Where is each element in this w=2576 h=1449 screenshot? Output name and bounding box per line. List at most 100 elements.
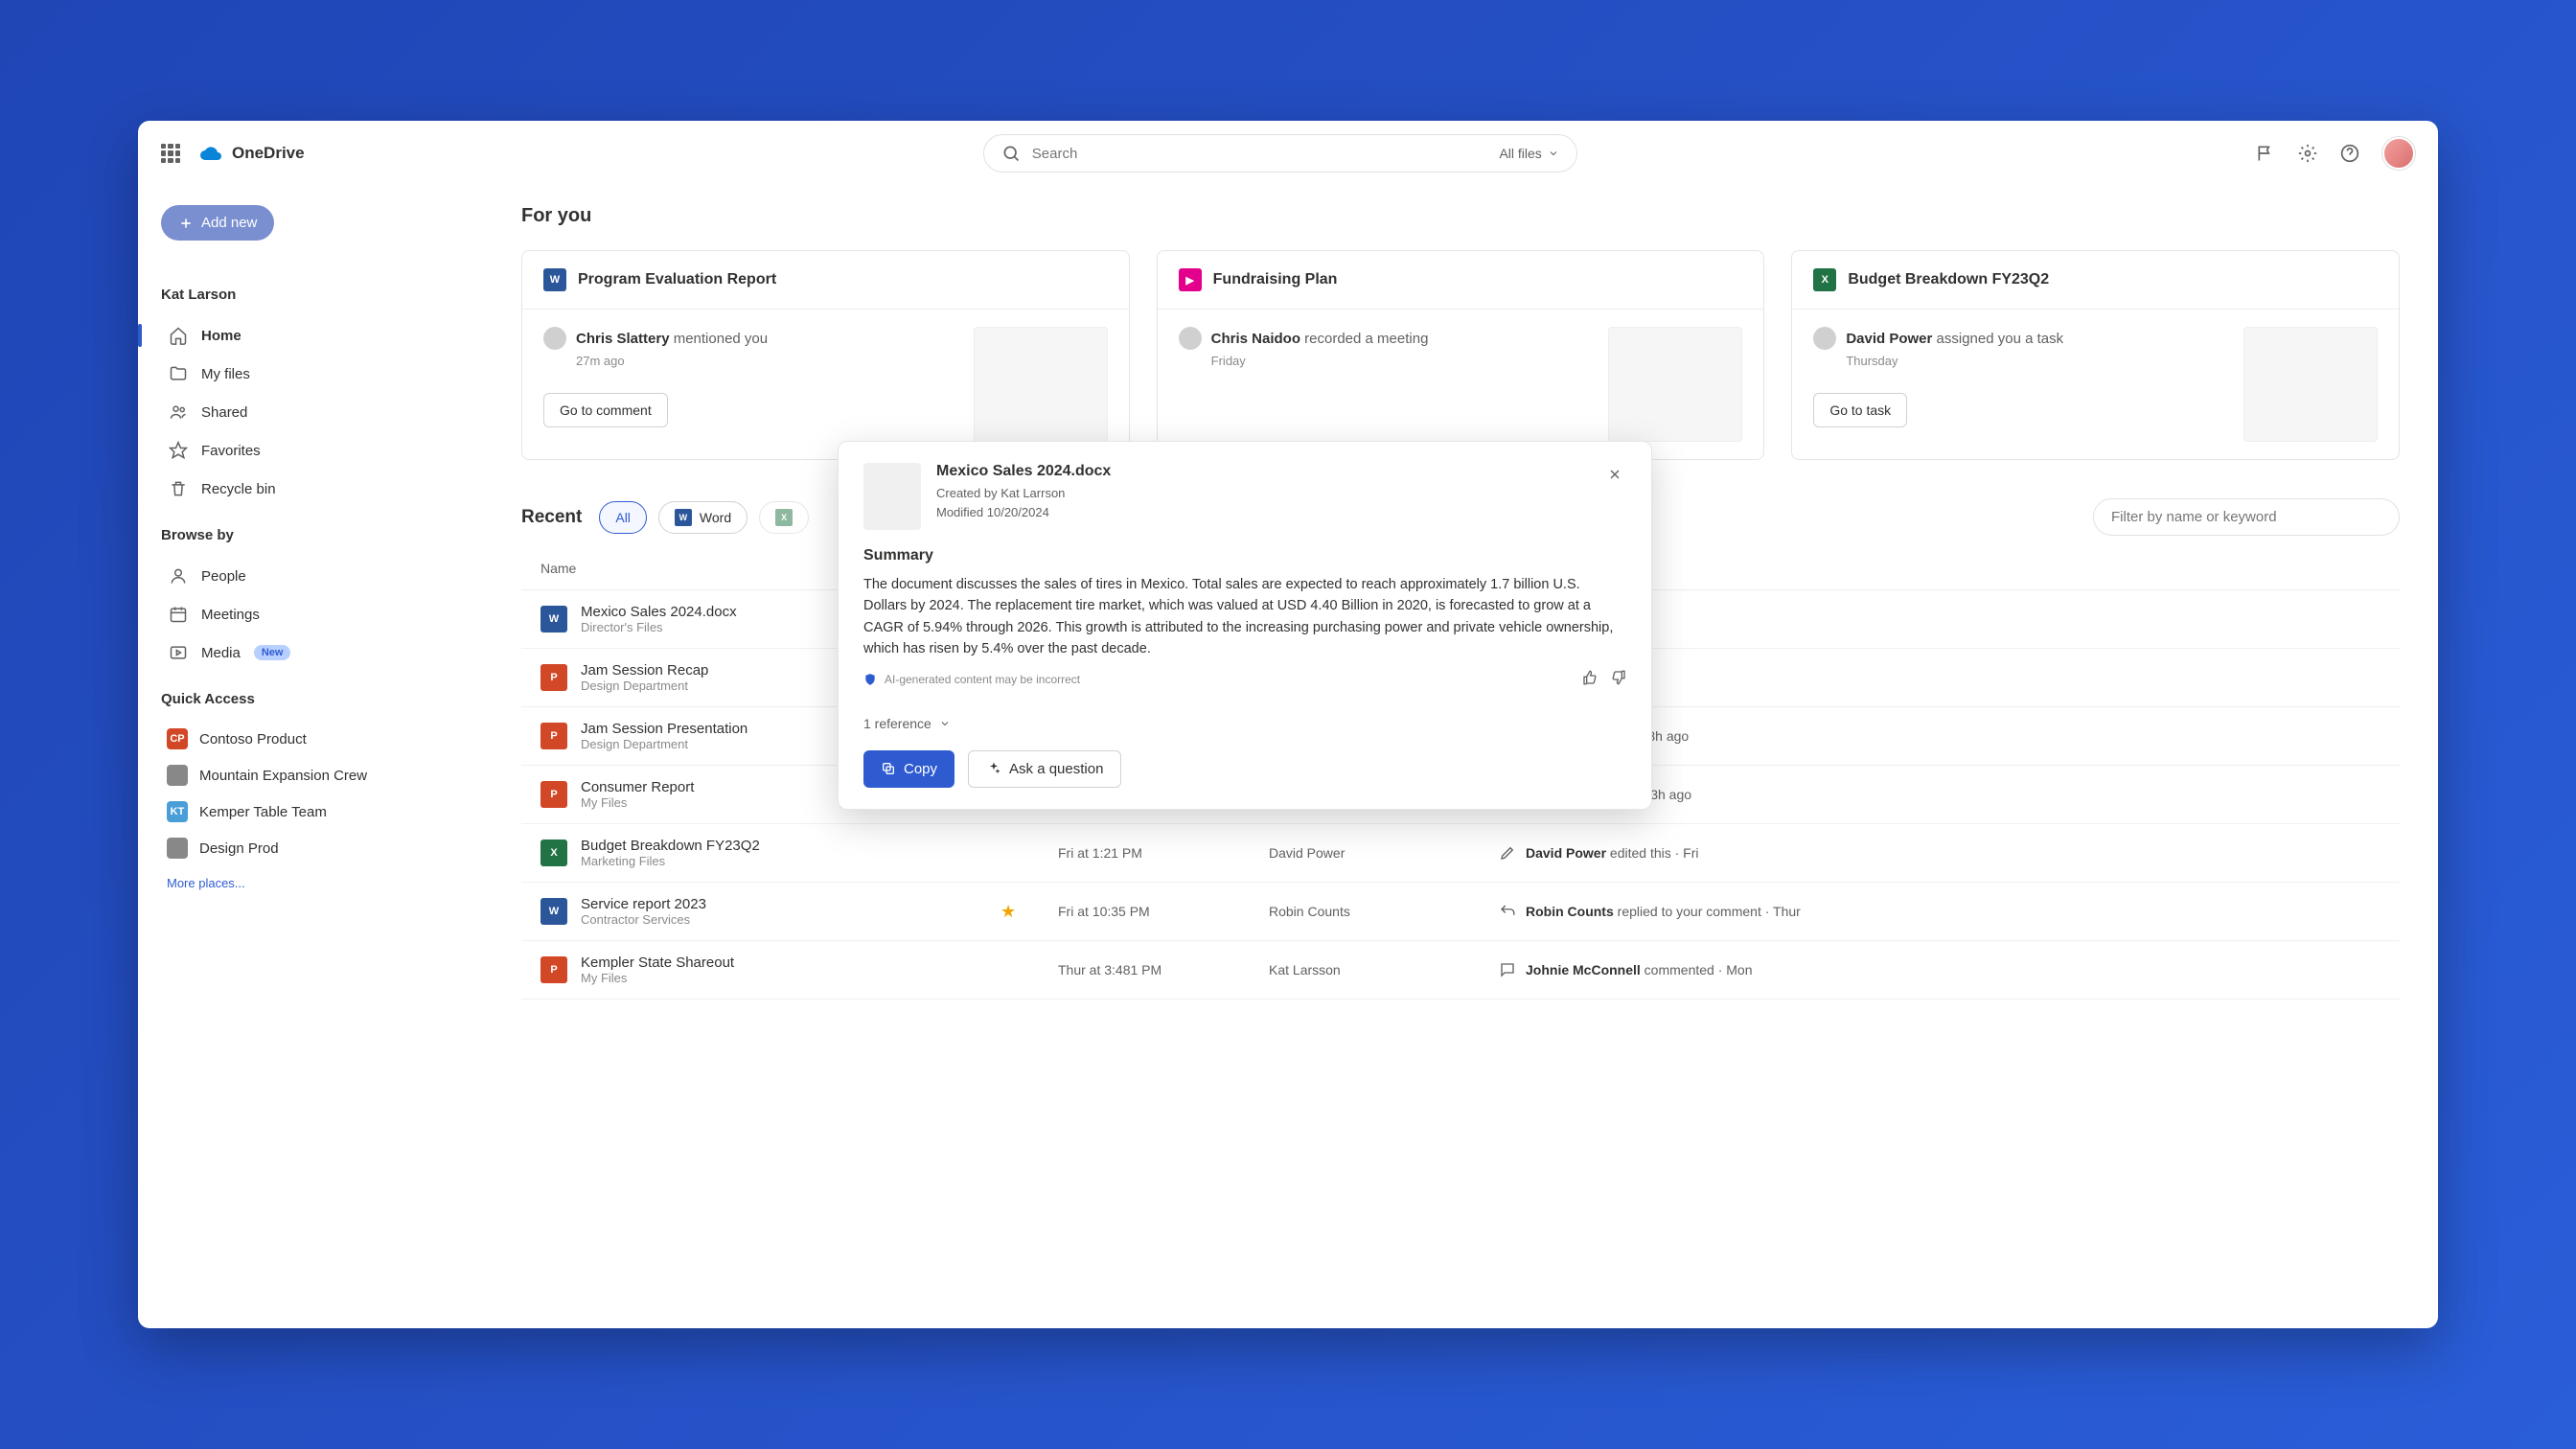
pill-label: Word — [700, 510, 731, 525]
onedrive-cloud-icon — [199, 142, 222, 165]
filter-pill-all[interactable]: All — [599, 501, 647, 534]
copy-icon — [881, 761, 896, 776]
for-you-cards: WProgram Evaluation Report Chris Slatter… — [521, 250, 2400, 460]
shield-icon — [863, 673, 877, 686]
filter-pill-excel[interactable]: X — [759, 501, 809, 534]
table-row[interactable]: WService report 2023Contractor Services … — [521, 883, 2400, 941]
file-name: Jam Session Recap — [581, 662, 708, 678]
references-toggle[interactable]: 1 reference — [863, 702, 1626, 731]
flag-icon[interactable] — [2256, 144, 2275, 163]
card-activity: Chris Slattery mentioned you — [576, 331, 768, 347]
app-launcher-icon[interactable] — [161, 144, 180, 163]
pill-label: All — [615, 510, 631, 525]
card-thumbnail — [974, 327, 1108, 442]
card-thumbnail — [1608, 327, 1742, 442]
star-icon — [169, 441, 188, 460]
quick-access-item[interactable]: CPContoso Product — [161, 721, 460, 757]
nav-item-favorites[interactable]: Favorites — [161, 431, 460, 470]
word-file-icon: W — [540, 606, 567, 632]
app-title: OneDrive — [232, 144, 305, 163]
for-you-card[interactable]: XBudget Breakdown FY23Q2 David Power ass… — [1791, 250, 2400, 460]
for-you-title: For you — [521, 205, 2400, 227]
file-time: Fri at 1:21 PM — [1058, 845, 1269, 861]
browse-item-meetings[interactable]: Meetings — [161, 595, 460, 633]
quick-access-item[interactable]: KTKemper Table Team — [161, 794, 460, 830]
nav-item-home[interactable]: Home — [161, 316, 460, 355]
excel-file-icon: X — [540, 840, 567, 866]
popover-thumbnail — [863, 463, 921, 530]
edit-icon — [1499, 844, 1516, 862]
new-badge: New — [254, 645, 291, 660]
people-icon — [169, 402, 188, 422]
summary-popover: Mexico Sales 2024.docx Created by Kat La… — [838, 441, 1652, 810]
file-owner: Robin Counts — [1269, 904, 1499, 919]
browse-item-media[interactable]: MediaNew — [161, 633, 460, 672]
word-pill-icon: W — [675, 509, 692, 526]
team-icon — [167, 765, 188, 786]
file-location: My Files — [581, 795, 694, 810]
card-action-button[interactable]: Go to comment — [543, 393, 668, 427]
card-title: Fundraising Plan — [1213, 271, 1338, 288]
quick-label: Design Prod — [199, 840, 279, 857]
for-you-card[interactable]: ▶Fundraising Plan Chris Naidoo recorded … — [1157, 250, 1765, 460]
nav-label: Favorites — [201, 443, 261, 459]
stream-doc-icon: ▶ — [1179, 268, 1202, 291]
card-time: 27m ago — [576, 354, 958, 368]
search-box[interactable]: All files — [983, 134, 1577, 172]
search-input[interactable] — [1032, 146, 1488, 162]
ask-question-button[interactable]: Ask a question — [968, 750, 1121, 788]
settings-icon[interactable] — [2298, 144, 2317, 163]
quick-label: Kemper Table Team — [199, 804, 327, 820]
nav-item-shared[interactable]: Shared — [161, 393, 460, 431]
nav-label: Home — [201, 328, 242, 344]
table-row[interactable]: PKempler State ShareoutMy Files Thur at … — [521, 941, 2400, 1000]
folder-icon — [169, 364, 188, 383]
media-icon — [169, 643, 188, 662]
file-name: Jam Session Presentation — [581, 721, 748, 737]
favorite-star[interactable]: ★ — [1000, 902, 1058, 922]
card-time: Thursday — [1846, 354, 2228, 368]
references-label: 1 reference — [863, 716, 932, 731]
table-row[interactable]: XBudget Breakdown FY23Q2Marketing Files … — [521, 824, 2400, 883]
team-icon — [167, 838, 188, 859]
add-new-button[interactable]: Add new — [161, 205, 274, 241]
thumbs-up-icon[interactable] — [1582, 670, 1598, 689]
file-location: Contractor Services — [581, 912, 706, 927]
main-content: For you WProgram Evaluation Report Chris… — [483, 186, 2438, 1328]
for-you-card[interactable]: WProgram Evaluation Report Chris Slatter… — [521, 250, 1130, 460]
copy-button[interactable]: Copy — [863, 750, 954, 788]
ask-label: Ask a question — [1009, 761, 1103, 777]
filter-input[interactable] — [2093, 498, 2400, 536]
quick-access-item[interactable]: Mountain Expansion Crew — [161, 757, 460, 794]
nav-item-my-files[interactable]: My files — [161, 355, 460, 393]
card-action-button[interactable]: Go to task — [1813, 393, 1907, 427]
ppt-file-icon: P — [540, 781, 567, 808]
excel-pill-icon: X — [775, 509, 793, 526]
popover-created: Created by Kat Larrson — [936, 484, 1588, 503]
nav-label: Recycle bin — [201, 481, 276, 497]
file-activity: Johnie McConnell commented · Mon — [1499, 961, 2380, 978]
search-scope-dropdown[interactable]: All files — [1499, 146, 1558, 161]
thumbs-down-icon[interactable] — [1611, 670, 1626, 689]
chevron-down-icon — [1548, 148, 1559, 159]
actor-avatar — [543, 327, 566, 350]
help-icon[interactable] — [2340, 144, 2359, 163]
file-time: Thur at 3:481 PM — [1058, 962, 1269, 978]
user-avatar[interactable] — [2382, 137, 2415, 170]
nav-item-recycle-bin[interactable]: Recycle bin — [161, 470, 460, 508]
filter-pill-word[interactable]: W Word — [658, 501, 748, 534]
file-activity: Robin Counts replied to your comment · T… — [1499, 903, 2380, 920]
more-places-link[interactable]: More places... — [161, 876, 460, 890]
ppt-file-icon: P — [540, 664, 567, 691]
file-name: Service report 2023 — [581, 896, 706, 912]
card-title: Budget Breakdown FY23Q2 — [1848, 271, 2049, 288]
nav-label: My files — [201, 366, 250, 382]
file-name: Kempler State Shareout — [581, 954, 734, 971]
browse-item-people[interactable]: People — [161, 557, 460, 595]
browse-label: People — [201, 568, 246, 585]
quick-access-item[interactable]: Design Prod — [161, 830, 460, 866]
popover-close-button[interactable] — [1603, 463, 1626, 491]
file-name: Budget Breakdown FY23Q2 — [581, 838, 760, 854]
ppt-file-icon: P — [540, 956, 567, 983]
sidebar: Add new Kat Larson HomeMy filesSharedFav… — [138, 186, 483, 1328]
